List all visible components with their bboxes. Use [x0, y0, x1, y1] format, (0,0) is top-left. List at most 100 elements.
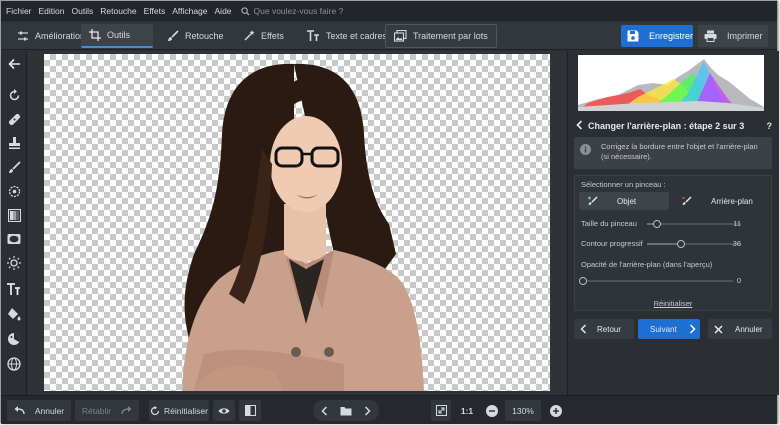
close-icon [714, 324, 723, 334]
crop-icon [89, 29, 101, 41]
gradient-icon[interactable] [6, 207, 22, 223]
save-icon [627, 30, 639, 42]
text-icon[interactable] [6, 281, 22, 297]
printer-icon [704, 30, 717, 42]
tab-label: Outils [107, 30, 131, 40]
reset-button[interactable]: Réinitialiser [149, 400, 209, 421]
search-placeholder: Que voulez-vous faire ? [253, 6, 344, 16]
next-label: Suivant [650, 324, 677, 334]
cancel-button[interactable]: Annuler [708, 319, 772, 339]
back-button[interactable]: Retour [574, 319, 634, 339]
brush-size-knob[interactable] [653, 220, 661, 228]
redo-icon [121, 406, 132, 415]
opacity-value: 0 [736, 276, 741, 285]
undo-icon [14, 406, 25, 415]
chevron-left-icon [580, 324, 587, 334]
histogram [578, 55, 764, 111]
right-panel: Changer l'arrière-plan : étape 2 sur 3 ?… [567, 51, 779, 395]
tab-label: Effets [261, 31, 284, 41]
zoom-in-icon [550, 404, 562, 417]
preview-button[interactable] [213, 400, 235, 421]
tab-label: Retouche [185, 31, 224, 41]
globe-icon[interactable] [6, 356, 22, 372]
print-label: Imprimer [727, 31, 763, 41]
step-title: Changer l'arrière-plan : étape 2 sur 3 [588, 121, 745, 131]
back-arrow-icon[interactable] [6, 56, 22, 72]
info-box: Corrigez la bordure entre l'objet et l'a… [574, 137, 772, 169]
tab-label: Texte et cadres [326, 31, 388, 41]
zoom-out-button[interactable] [483, 400, 501, 421]
tab-traitement-lots[interactable]: Traitement par lots [385, 24, 497, 48]
brush-select-label: Sélectionner un pinceau : [581, 180, 666, 189]
brush-background-button[interactable]: Arrière-plan [675, 192, 767, 210]
reset-icon [150, 405, 160, 415]
compare-button[interactable] [239, 400, 261, 421]
images-icon [394, 30, 407, 42]
pen-icon[interactable] [6, 159, 22, 175]
menu-outils[interactable]: Outils [72, 6, 94, 16]
color-picker-icon[interactable] [6, 331, 22, 347]
cancel-label: Annuler [735, 324, 763, 334]
contour-knob[interactable] [677, 240, 685, 248]
brush-size-label: Taille du pinceau [581, 219, 637, 228]
healing-icon[interactable] [6, 111, 22, 127]
menu-search[interactable]: Que voulez-vous faire ? [240, 6, 344, 16]
zoom-in-button[interactable] [547, 400, 565, 421]
tab-effets[interactable]: Effets [235, 24, 292, 48]
redo-label: Rétablir [81, 405, 112, 416]
help-button[interactable]: ? [767, 121, 773, 131]
folder-icon[interactable] [340, 406, 352, 416]
reset-label: Réinitialiser [164, 405, 208, 416]
bottom-bar: Annuler Rétablir Réinitialiser 1:1 130% [1, 395, 777, 424]
text-icon [307, 30, 319, 41]
reset-link[interactable]: Réinitialiser [575, 299, 771, 308]
fit-button[interactable] [431, 400, 451, 421]
menu-edition[interactable]: Edition [39, 6, 65, 16]
chevron-left-icon[interactable] [321, 405, 328, 416]
menu-aide[interactable]: Aide [215, 6, 232, 16]
contour-label: Contour progressif [581, 239, 643, 248]
step-header: Changer l'arrière-plan : étape 2 sur 3 ? [572, 117, 776, 135]
menu-affichage[interactable]: Affichage [172, 6, 207, 16]
back-label: Retour [597, 324, 622, 334]
canvas-area [28, 51, 566, 395]
brush-icon [168, 30, 179, 41]
search-icon [240, 6, 250, 16]
contour-value: 36 [732, 239, 741, 248]
fit-screen-icon [435, 405, 447, 416]
menu-effets[interactable]: Effets [144, 6, 166, 16]
chevron-right-icon[interactable] [364, 405, 371, 416]
undo-button[interactable]: Annuler [7, 400, 71, 421]
tab-bar: Amélioration Outils Retouche Effets Text… [1, 22, 777, 50]
tab-outils[interactable]: Outils [81, 24, 153, 48]
fill-icon[interactable] [6, 306, 22, 322]
next-button[interactable]: Suivant [638, 319, 700, 339]
rotate-icon[interactable] [6, 87, 22, 103]
tab-retouche[interactable]: Retouche [159, 24, 232, 48]
print-button[interactable]: Imprimer [698, 25, 768, 47]
opacity-slider[interactable] [579, 277, 733, 285]
chevron-left-icon[interactable] [576, 120, 583, 132]
undo-label: Annuler [34, 405, 65, 416]
brush-object-label: Objet [617, 196, 637, 206]
menu-fichier[interactable]: Fichier [6, 6, 32, 16]
image-canvas[interactable] [44, 54, 550, 391]
opacity-label: Opacité de l'arrière-plan (dans l'aperçu… [581, 260, 713, 269]
vignette-icon[interactable] [6, 231, 22, 247]
redo-button[interactable]: Rétablir [75, 400, 139, 421]
brush-object-button[interactable]: Objet [579, 192, 669, 210]
left-toolbar [1, 51, 27, 395]
tab-texte-cadres[interactable]: Texte et cadres [299, 24, 395, 48]
save-button[interactable]: Enregistrer [621, 25, 693, 47]
brush-size-value: 11 [733, 219, 741, 228]
sun-icon[interactable] [6, 255, 22, 271]
app-window: Fichier Edition Outils Retouche Effets A… [0, 0, 779, 424]
target-icon[interactable] [6, 183, 22, 199]
actual-size-button[interactable]: 1:1 [457, 400, 477, 421]
opacity-knob[interactable] [579, 277, 587, 285]
menu-retouche[interactable]: Retouche [100, 6, 136, 16]
zoom-level[interactable]: 130% [505, 400, 541, 421]
tab-label: Traitement par lots [413, 31, 488, 41]
stamp-icon[interactable] [6, 135, 22, 151]
magic-wand-icon [244, 30, 255, 41]
